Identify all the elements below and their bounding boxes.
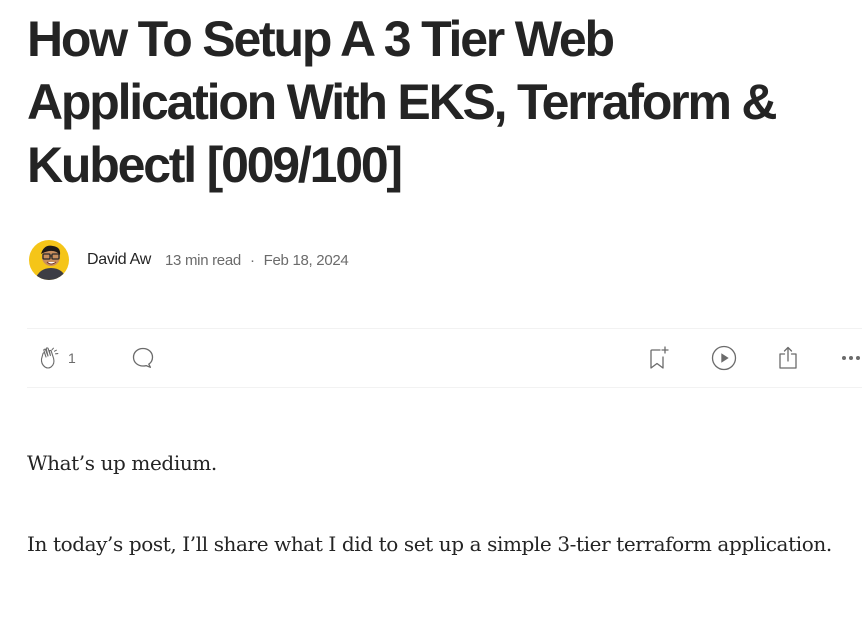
share-button[interactable] bbox=[776, 329, 800, 387]
play-circle-icon bbox=[711, 345, 737, 371]
listen-button[interactable] bbox=[711, 329, 737, 387]
byline: David Aw 13 min read · Feb 18, 2024 bbox=[29, 240, 349, 280]
article-action-bar: 1 bbox=[27, 328, 862, 388]
author-name[interactable]: David Aw bbox=[87, 251, 151, 269]
paragraph: In today’s post, I’ll share what I did t… bbox=[27, 532, 832, 556]
paragraph: What’s up medium. bbox=[27, 451, 217, 475]
author-avatar[interactable] bbox=[29, 240, 69, 280]
clap-icon bbox=[37, 345, 63, 371]
bookmark-add-icon bbox=[647, 345, 671, 371]
avatar-image bbox=[29, 240, 69, 280]
meta-separator: · bbox=[249, 251, 255, 269]
share-icon bbox=[776, 345, 800, 371]
clap-count: 1 bbox=[68, 350, 76, 366]
more-button[interactable] bbox=[841, 329, 862, 387]
article-meta: 13 min read · Feb 18, 2024 bbox=[165, 251, 349, 269]
comment-icon bbox=[131, 346, 155, 370]
read-time: 13 min read bbox=[165, 251, 241, 269]
clap-button[interactable]: 1 bbox=[37, 329, 76, 387]
article-title: How To Setup A 3 Tier Web Application Wi… bbox=[27, 11, 778, 193]
save-button[interactable] bbox=[647, 329, 671, 387]
comment-button[interactable] bbox=[131, 329, 155, 387]
publish-date: Feb 18, 2024 bbox=[263, 251, 349, 269]
more-horizontal-icon bbox=[841, 354, 862, 362]
